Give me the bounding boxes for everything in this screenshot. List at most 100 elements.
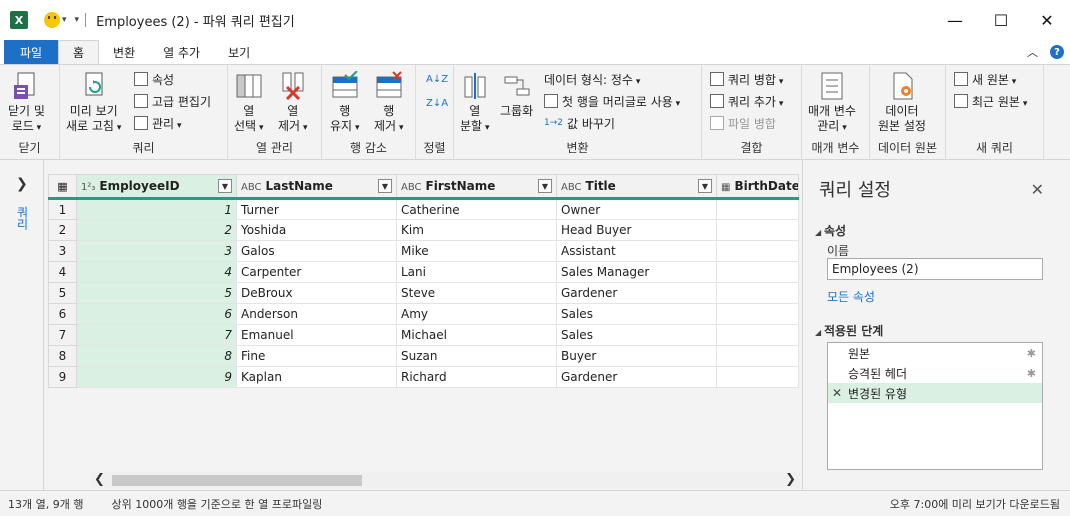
table-cell[interactable] [716,198,799,220]
column-header-birthdate[interactable]: ▦ BirthDate [716,174,799,200]
table-cell[interactable]: Michael [396,324,557,346]
table-cell[interactable]: Emanuel [236,324,397,346]
data-source-settings-button[interactable]: 데이터 원본 설정 [878,71,926,134]
tab-add-column[interactable]: 열 추가 [149,40,214,64]
row-number[interactable]: 6 [48,303,77,325]
append-queries-button[interactable]: 쿼리 추가 [710,91,783,111]
text-type-icon[interactable]: ABC [241,182,262,193]
delete-step-icon[interactable]: ✕ [832,386,842,400]
filter-dropdown-icon[interactable]: ▼ [698,179,712,193]
row-number[interactable]: 4 [48,261,77,283]
text-type-icon[interactable]: ABC [401,182,422,193]
row-number[interactable]: 7 [48,324,77,346]
cell-employeeid[interactable]: 3 [76,240,237,262]
cell-employeeid[interactable]: 6 [76,303,237,325]
horizontal-scrollbar[interactable]: ❮ ❯ [90,472,800,488]
row-number[interactable]: 8 [48,345,77,367]
minimize-button[interactable]: — [932,0,978,40]
table-cell[interactable]: Yoshida [236,219,397,241]
cell-employeeid[interactable]: 2 [76,219,237,241]
table-cell[interactable] [716,366,799,388]
table-cell[interactable]: Gardener [556,366,717,388]
table-cell[interactable]: Amy [396,303,557,325]
scrollbar-thumb[interactable] [112,475,362,486]
table-cell[interactable]: Richard [396,366,557,388]
cell-employeeid[interactable]: 8 [76,345,237,367]
close-and-load-button[interactable]: 닫기 및 로드 [8,71,45,136]
table-cell[interactable] [716,282,799,304]
filter-dropdown-icon[interactable]: ▼ [378,179,392,193]
table-cell[interactable]: Buyer [556,345,717,367]
split-column-button[interactable]: 열 분할 [460,71,489,136]
combine-files-button[interactable]: 파일 병합 [710,113,776,133]
table-cell[interactable]: Head Buyer [556,219,717,241]
cell-employeeid[interactable]: 4 [76,261,237,283]
table-cell[interactable]: Sales [556,324,717,346]
table-cell[interactable]: Turner [236,198,397,220]
table-cell[interactable] [716,303,799,325]
column-header-employeeid[interactable]: 1²₃ EmployeeID ▼ [76,174,237,200]
column-header-firstname[interactable]: ABC FirstName ▼ [396,174,557,200]
scroll-right-icon[interactable]: ❯ [785,472,796,487]
row-number[interactable]: 5 [48,282,77,304]
table-cell[interactable] [716,219,799,241]
refresh-preview-button[interactable]: 미리 보기 새로 고침 [66,71,121,136]
row-number[interactable]: 1 [48,198,77,220]
applied-steps-section-header[interactable]: 적용된 단계 [815,322,883,339]
query-name-input[interactable] [827,258,1043,280]
gear-icon[interactable]: ✱ [1027,347,1036,360]
expand-queries-chevron-icon[interactable]: ❯ [16,176,28,192]
advanced-editor-button[interactable]: 고급 편집기 [134,91,211,111]
sort-descending-button[interactable]: Z↓A [426,93,448,113]
table-cell[interactable]: Sales [556,303,717,325]
table-cell[interactable]: Kim [396,219,557,241]
whole-number-type-icon[interactable]: 1²₃ [81,182,95,193]
row-number[interactable]: 3 [48,240,77,262]
table-cell[interactable]: Galos [236,240,397,262]
table-cell[interactable]: Carpenter [236,261,397,283]
data-type-dropdown[interactable]: 데이터 형식: 정수 [544,69,640,89]
tab-home[interactable]: 홈 [58,40,100,64]
maximize-button[interactable]: ☐ [978,0,1024,40]
choose-columns-button[interactable]: 열 선택 [234,71,263,136]
column-header-lastname[interactable]: ABC LastName ▼ [236,174,397,200]
smiley-feedback-icon[interactable] [44,12,60,28]
queries-pane-label[interactable]: 쿼리 [14,206,31,230]
cell-employeeid[interactable]: 9 [76,366,237,388]
use-first-row-as-headers-button[interactable]: 첫 행을 머리글로 사용 [544,91,680,111]
tab-view[interactable]: 보기 [214,40,264,64]
step-changed-type[interactable]: ✕ 변경된 유형 [828,383,1042,403]
table-cell[interactable]: Assistant [556,240,717,262]
table-cell[interactable]: Mike [396,240,557,262]
gear-icon[interactable]: ✱ [1027,367,1036,380]
help-icon[interactable]: ? [1050,45,1064,59]
keep-rows-button[interactable]: 행 유지 [330,70,359,136]
scroll-left-icon[interactable]: ❮ [94,472,105,487]
table-cell[interactable]: Lani [396,261,557,283]
manage-button[interactable]: 관리 [134,113,181,133]
feedback-dropdown-icon[interactable]: ▾ [62,15,67,25]
replace-values-button[interactable]: 1→2 값 바꾸기 [544,113,615,133]
remove-rows-button[interactable]: 행 제거 [374,71,403,136]
merge-queries-button[interactable]: 쿼리 병합 [710,69,783,89]
manage-parameters-button[interactable]: 매개 변수 관리 [808,71,856,136]
column-profiling-status[interactable]: 상위 1000개 행을 기준으로 한 열 프로파일링 [111,496,322,512]
table-cell[interactable]: Fine [236,345,397,367]
row-number[interactable]: 9 [48,366,77,388]
step-promoted-headers[interactable]: 승격된 헤더 ✱ [828,363,1042,383]
filter-dropdown-icon[interactable]: ▼ [538,179,552,193]
all-properties-link[interactable]: 모든 속성 [827,288,875,305]
text-type-icon[interactable]: ABC [561,182,582,193]
table-cell[interactable] [716,240,799,262]
customize-toolbar-icon[interactable]: ▾ [75,15,80,25]
recent-sources-button[interactable]: 최근 원본 [954,91,1027,111]
group-by-button[interactable]: 그룹화 [500,71,533,119]
cell-employeeid[interactable]: 1 [76,198,237,220]
table-menu-corner[interactable]: ▦ [48,174,77,200]
tab-file[interactable]: 파일 [4,40,58,64]
close-settings-icon[interactable]: ✕ [1031,180,1044,199]
table-cell[interactable]: Owner [556,198,717,220]
remove-columns-button[interactable]: 열 제거 [278,71,307,136]
table-cell[interactable] [716,261,799,283]
cell-employeeid[interactable]: 5 [76,282,237,304]
